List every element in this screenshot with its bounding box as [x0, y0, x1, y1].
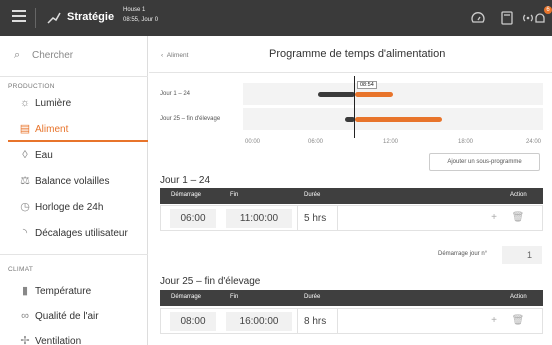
program-title: Jour 25 – fin d'élevage — [160, 276, 261, 287]
sidebar-item-ventilation[interactable]: ✢ Ventilation — [0, 330, 148, 345]
col-action: Action — [510, 192, 527, 198]
sidebar-item-label: Balance volailles — [35, 176, 110, 187]
sidebar-item-label: Température — [35, 286, 92, 297]
calculator-icon[interactable] — [499, 10, 515, 26]
feed-icon: ▤ — [19, 123, 31, 135]
col-start: Démarrage — [171, 294, 202, 300]
gantt-row-label: Jour 1 – 24 — [160, 91, 191, 97]
back-link[interactable]: ‹ Aliment — [161, 52, 188, 59]
start-time-field[interactable]: 06:00 — [170, 209, 216, 228]
add-icon[interactable]: + — [487, 314, 501, 328]
col-action: Action — [510, 294, 527, 300]
house-name: House 1 — [123, 7, 146, 13]
dashboard-icon[interactable] — [470, 10, 486, 26]
section-production: PRODUCTION — [8, 83, 55, 90]
table-header: Démarrage Fin Durée Action — [160, 188, 543, 204]
clock-icon: ◷ — [20, 201, 30, 213]
gantt-bar-active — [355, 117, 442, 122]
thermometer-icon: ▮ — [21, 285, 29, 297]
col-duration: Durée — [304, 294, 321, 300]
page-title: Programme de temps d'alimentation — [269, 48, 446, 60]
sidebar-item-lumiere[interactable]: ☼ Lumière — [0, 92, 148, 116]
divider — [149, 72, 552, 73]
sidebar-item-label: Aliment — [35, 124, 69, 135]
duration-value: 5 hrs — [304, 213, 327, 224]
gantt-row-label: Jour 25 – fin d'élevage — [160, 116, 221, 122]
sidebar-item-decalages[interactable]: ◝ Décalages utilisateur — [0, 222, 148, 246]
gantt-tick: 06:00 — [308, 139, 324, 145]
search-placeholder: Chercher — [32, 50, 74, 61]
sidebar-item-label: Eau — [35, 150, 53, 161]
col-end: Fin — [230, 192, 239, 198]
table-row: 06:00 11:00:00 5 hrs + 🗑 — [160, 205, 543, 231]
sidebar-item-label: Qualité de l'air — [35, 311, 99, 322]
duration-value: 8 hrs — [304, 316, 327, 327]
scale-icon: ⚖ — [20, 175, 30, 187]
divider — [0, 76, 148, 77]
sidebar-item-eau[interactable]: ◊ Eau — [0, 144, 148, 168]
trash-icon[interactable]: 🗑 — [511, 211, 525, 225]
offset-icon: ◝ — [22, 227, 28, 239]
col-duration: Durée — [304, 192, 321, 198]
sidebar-item-horloge[interactable]: ◷ Horloge de 24h — [0, 196, 148, 220]
table-row: 08:00 16:00:00 8 hrs + 🗑 — [160, 308, 543, 334]
trash-icon[interactable]: 🗑 — [511, 314, 525, 328]
top-bar: Stratégie House 1 08:55, Jour 0 6 — [0, 0, 552, 36]
time-day: 08:55, Jour 0 — [123, 17, 159, 23]
air-quality-icon: ∞ — [21, 310, 29, 322]
sidebar-item-label: Ventilation — [35, 336, 82, 345]
col-start: Démarrage — [171, 192, 202, 198]
section-climat: CLIMAT — [8, 266, 34, 273]
start-day-field[interactable]: 1 — [502, 246, 542, 264]
divider — [297, 206, 298, 230]
start-day-label: Démarrage jour n° — [438, 251, 488, 257]
gantt-bar-active — [355, 92, 393, 97]
current-time-label: 08:54 — [357, 81, 377, 89]
end-time-field[interactable]: 11:00:00 — [226, 209, 292, 228]
drop-icon: ◊ — [22, 149, 28, 161]
program-title: Jour 1 – 24 — [160, 175, 211, 186]
gantt-track — [243, 83, 543, 105]
divider — [0, 254, 148, 255]
gantt-tick: 00:00 — [245, 139, 261, 145]
sidebar-item-balance[interactable]: ⚖ Balance volailles — [0, 170, 148, 194]
divider — [297, 309, 298, 333]
gantt-tick: 18:00 — [458, 139, 474, 145]
end-time-field[interactable]: 16:00:00 — [226, 312, 292, 331]
sidebar: ⌕ Chercher PRODUCTION ☼ Lumière ▤ Alimen… — [0, 36, 148, 345]
gantt-tick: 12:00 — [383, 139, 399, 145]
sidebar-item-label: Décalages utilisateur — [35, 228, 128, 239]
sidebar-item-label: Lumière — [35, 98, 72, 109]
divider — [337, 206, 338, 230]
sidebar-item-temperature[interactable]: ▮ Température — [0, 280, 148, 304]
add-subprogram-button[interactable]: Ajouter un sous-programme — [429, 153, 540, 171]
divider — [337, 309, 338, 333]
col-end: Fin — [230, 294, 239, 300]
search-field[interactable]: ⌕ Chercher — [8, 46, 140, 66]
divider — [35, 8, 36, 28]
search-icon: ⌕ — [14, 49, 21, 61]
sidebar-item-aliment[interactable]: ▤ Aliment — [0, 118, 148, 142]
gantt-bar-scheduled — [318, 92, 355, 97]
strategy-icon — [47, 12, 61, 24]
start-time-field[interactable]: 08:00 — [170, 312, 216, 331]
fan-icon: ✢ — [20, 335, 30, 345]
app-title: Stratégie — [67, 11, 115, 23]
add-icon[interactable]: + — [487, 211, 501, 225]
bulb-icon: ☼ — [19, 97, 31, 109]
table-header: Démarrage Fin Durée Action — [160, 290, 543, 306]
sidebar-item-label: Horloge de 24h — [35, 202, 104, 213]
main-content: ‹ Aliment Programme de temps d'alimentat… — [149, 36, 552, 345]
sidebar-item-qualite-air[interactable]: ∞ Qualité de l'air — [0, 305, 148, 329]
back-label: Aliment — [166, 52, 189, 59]
notification-badge: 6 — [544, 6, 552, 14]
current-time-line — [354, 76, 355, 138]
gantt-tick: 24:00 — [526, 139, 542, 145]
menu-icon[interactable] — [12, 10, 26, 24]
